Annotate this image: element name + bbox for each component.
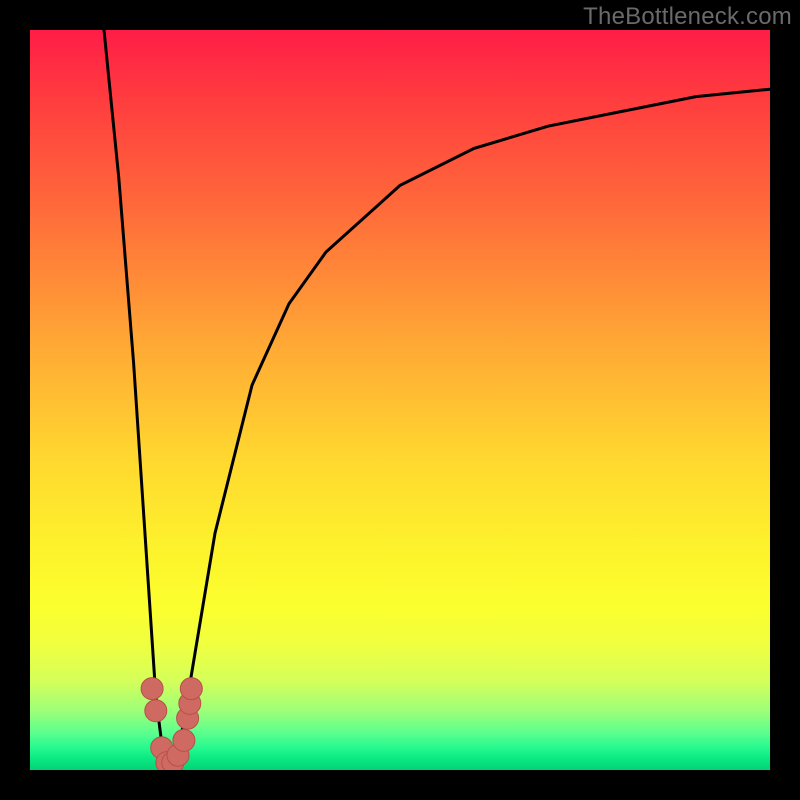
chart-frame: TheBottleneck.com (0, 0, 800, 800)
config-marker (145, 700, 167, 722)
bottleneck-curve-path (104, 30, 770, 770)
config-marker (180, 678, 202, 700)
config-marker (173, 729, 195, 751)
watermark-text: TheBottleneck.com (583, 3, 792, 31)
bottleneck-curve (104, 30, 770, 770)
config-marker (141, 678, 163, 700)
plot-area (30, 30, 770, 770)
marker-group (141, 678, 202, 770)
curve-layer (30, 30, 770, 770)
